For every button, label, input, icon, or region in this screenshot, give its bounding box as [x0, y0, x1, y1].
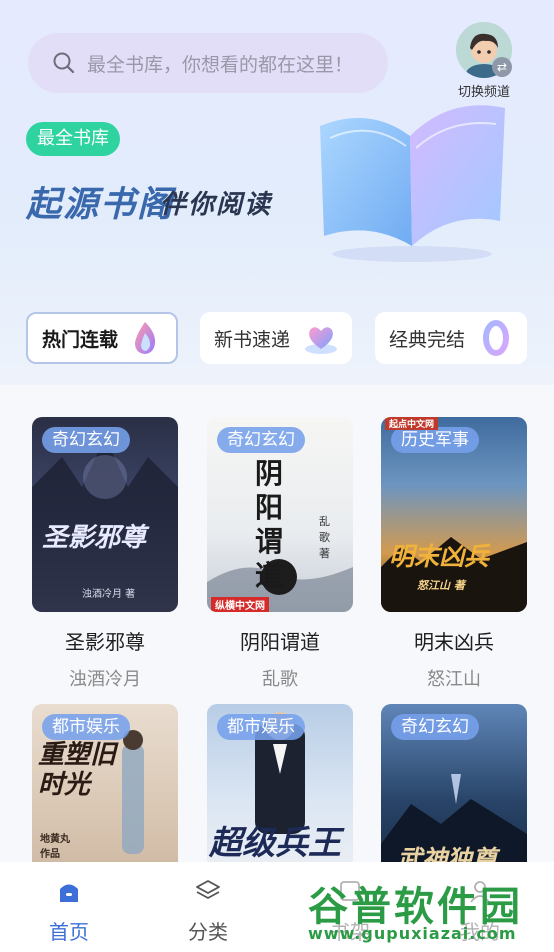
cover-title: 圣影邪尊	[42, 523, 147, 553]
tab-home[interactable]: 首页	[9, 862, 129, 952]
genre-tag: 奇幻玄幻	[217, 427, 305, 453]
heart-icon	[305, 327, 337, 354]
category-label: 新书速递	[214, 328, 291, 351]
cover-title: 重塑旧时光	[38, 740, 117, 800]
hero-title: 起源书阁	[26, 185, 175, 225]
search-bar[interactable]: 最全书库，你想看的都在这里！	[28, 33, 388, 93]
category-new-books[interactable]: 新书速递	[200, 312, 352, 364]
book-author: 乱歌	[262, 669, 298, 690]
cover-title: 超级兵王	[209, 823, 341, 862]
cover-author: 怒江山 著	[417, 579, 465, 592]
book-cover[interactable]: 奇幻玄幻 圣影邪尊 浊酒冷月 著	[32, 417, 178, 612]
book-cover[interactable]: 奇幻玄幻 阴阳谓道 乱歌 著 纵横中文网	[207, 417, 353, 612]
book-cover[interactable]: 历史军事 起点中文网 明末凶兵 怒江山 著	[381, 417, 527, 612]
cover-title: 阴阳谓道	[255, 457, 284, 592]
genre-tag: 奇幻玄幻	[391, 714, 479, 740]
watermark: 谷普软件园 www.gupuxiazai.com	[300, 866, 554, 952]
cover-author: 浊酒冷月 著	[82, 589, 136, 600]
genre-tag: 都市娱乐	[217, 714, 305, 740]
genre-tag: 奇幻玄幻	[42, 427, 130, 453]
cover-publisher-logo: 起点中文网	[385, 417, 439, 430]
book-card[interactable]: 奇幻玄幻 圣影邪尊 浊酒冷月 著 圣影邪尊 浊酒冷月	[32, 417, 178, 691]
category-hot-serial[interactable]: 热门连载	[26, 312, 178, 364]
genre-tag: 都市娱乐	[42, 714, 130, 740]
book-title[interactable]: 明末凶兵	[381, 626, 527, 655]
tab-category[interactable]: 分类	[148, 862, 268, 952]
open-book-icon	[320, 105, 505, 262]
layers-icon	[196, 880, 220, 899]
cover-publisher-logo: 纵横中文网	[211, 597, 269, 612]
hero-badge: 最全书库	[26, 122, 120, 156]
tab-label: 分类	[188, 920, 228, 944]
cover-title: 明末凶兵	[389, 542, 490, 571]
book-title[interactable]: 圣影邪尊	[32, 626, 178, 655]
tab-label: 首页	[49, 920, 89, 944]
book-author: 浊酒冷月	[69, 669, 141, 690]
watermark-url: www.gupuxiazai.com	[308, 924, 517, 943]
category-label: 热门连载	[42, 328, 119, 351]
search-placeholder: 最全书库，你想看的都在这里！	[87, 53, 354, 76]
book-card[interactable]: 奇幻玄幻 阴阳谓道 乱歌 著 纵横中文网 阴阳谓道 乱歌	[207, 417, 353, 691]
book-card[interactable]: 历史军事 起点中文网 明末凶兵 怒江山 著 明末凶兵 怒江山	[381, 417, 527, 691]
flame-icon	[135, 322, 156, 354]
genre-tag: 历史军事	[391, 427, 479, 453]
category-label: 经典完结	[389, 328, 466, 351]
hero-subtitle: 伴你阅读	[160, 190, 273, 220]
book-title[interactable]: 阴阳谓道	[207, 626, 353, 655]
category-classic-finished[interactable]: 经典完结	[375, 312, 527, 364]
ring-icon	[483, 320, 509, 356]
cover-author: 地黄丸 作品	[40, 834, 70, 860]
home-icon	[60, 884, 78, 902]
cover-author: 乱歌 著	[319, 515, 330, 560]
search-icon	[53, 52, 75, 74]
book-author: 怒江山	[427, 669, 481, 690]
swap-icon[interactable]: ⇄	[492, 57, 512, 77]
